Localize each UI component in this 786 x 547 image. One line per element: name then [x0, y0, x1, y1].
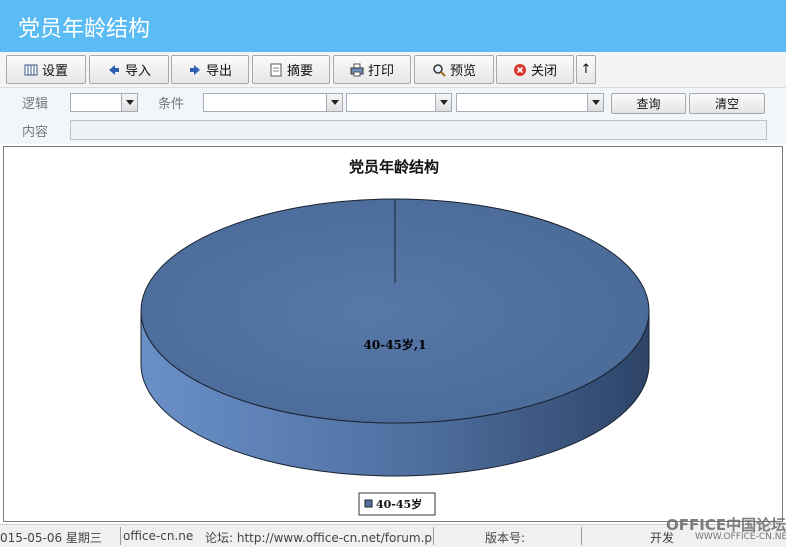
status-date: 015-05-06 星期三	[0, 531, 102, 545]
legend-swatch	[364, 499, 373, 508]
pie-data-label: 40-45岁,1	[364, 337, 427, 352]
print-button-label: 打印	[367, 64, 394, 79]
field-select[interactable]	[203, 93, 343, 112]
settings-button-label: 设置	[41, 64, 68, 79]
condition-label: 条件	[158, 97, 185, 112]
chart-legend: 40-45岁	[358, 492, 436, 516]
export-button[interactable]: 导出	[171, 55, 249, 84]
magnifier-icon	[432, 63, 446, 77]
chart-panel: 党员年龄结构 40-45岁,1 40-45岁	[3, 146, 783, 522]
print-button[interactable]: 打印	[333, 55, 411, 84]
toolbar: 设置 导入 导出 摘要 打印 预览 关闭 ↑	[0, 52, 786, 88]
watermark-url: WWW.OFFICE-CN.NET	[695, 532, 786, 542]
clear-button[interactable]: 清空	[689, 93, 765, 114]
chart-title: 党员年龄结构	[349, 158, 439, 176]
preview-button[interactable]: 预览	[414, 55, 494, 84]
printer-icon	[350, 63, 364, 77]
settings-button[interactable]: 设置	[6, 55, 86, 84]
app-header: 党员年龄结构	[0, 0, 786, 52]
query-button[interactable]: 查询	[611, 93, 686, 114]
pie-chart: 党员年龄结构 40-45岁,1 40-45岁	[140, 158, 650, 516]
close-button-label: 关闭	[530, 64, 557, 79]
content-label: 内容	[22, 125, 49, 140]
settings-icon	[24, 63, 38, 77]
import-arrow-icon	[107, 63, 121, 77]
chevron-down-icon[interactable]	[587, 94, 603, 111]
logic-select[interactable]	[70, 93, 138, 112]
chevron-down-icon[interactable]	[121, 94, 137, 111]
close-button[interactable]: 关闭	[496, 55, 574, 84]
import-button[interactable]: 导入	[89, 55, 169, 84]
logic-label: 逻辑	[22, 97, 49, 112]
export-arrow-icon	[188, 63, 202, 77]
status-forum: 论坛: http://www.office-cn.net/forum.ph	[205, 531, 433, 545]
page-title: 党员年龄结构	[18, 17, 151, 42]
operator-select[interactable]	[346, 93, 452, 112]
legend-item: 40-45岁	[376, 497, 422, 511]
summary-button-label: 摘要	[286, 64, 313, 79]
summary-button[interactable]: 摘要	[252, 55, 330, 84]
summary-icon	[269, 63, 283, 77]
chevron-down-icon[interactable]	[435, 94, 451, 111]
status-divider	[120, 527, 121, 545]
status-version: 版本号:	[485, 531, 526, 545]
up-arrow-icon: ↑	[580, 62, 592, 77]
status-bar: 015-05-06 星期三 office-cn.net/ 论坛: http://…	[0, 516, 786, 547]
close-icon	[513, 63, 527, 77]
status-website: office-cn.net/	[123, 529, 193, 543]
value-select[interactable]	[456, 93, 604, 112]
chevron-down-icon[interactable]	[326, 94, 342, 111]
import-button-label: 导入	[124, 64, 151, 79]
status-divider	[581, 527, 582, 545]
scroll-up-button[interactable]: ↑	[576, 55, 596, 84]
preview-button-label: 预览	[449, 64, 476, 79]
export-button-label: 导出	[205, 64, 232, 79]
content-input[interactable]	[70, 120, 767, 140]
status-divider	[433, 527, 434, 545]
